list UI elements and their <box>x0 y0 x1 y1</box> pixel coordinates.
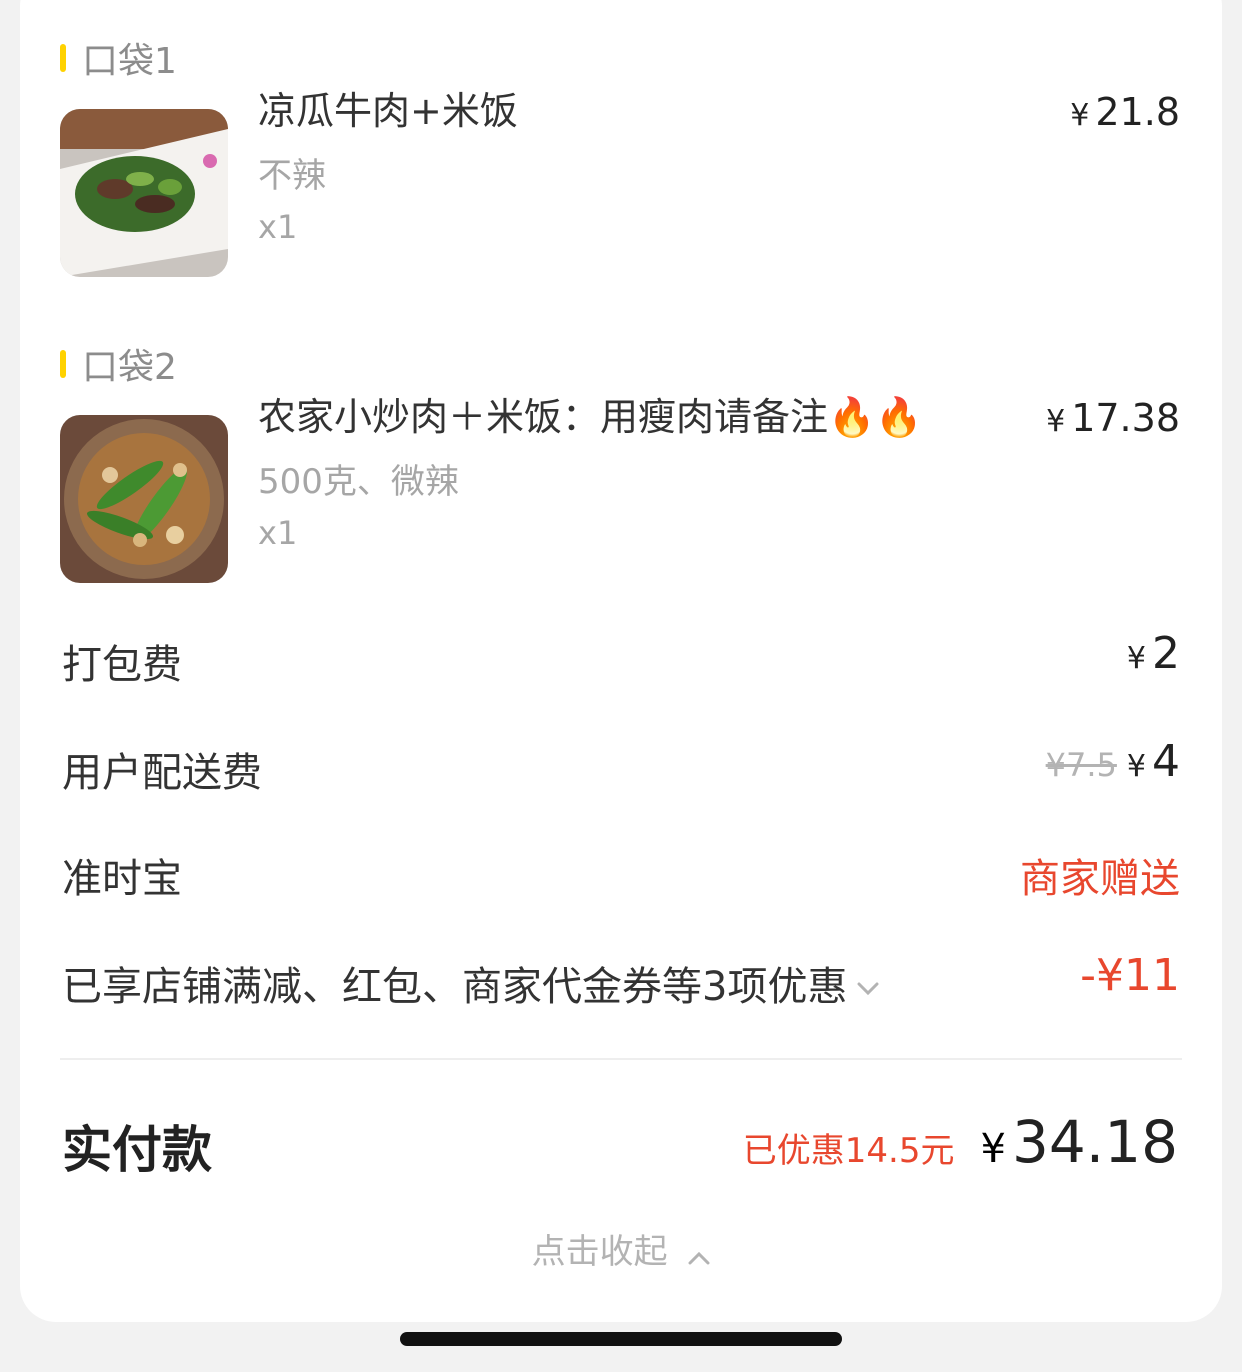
ontime-guarantee-label: 准时宝 <box>62 856 182 902</box>
delivery-fee-label: 用户配送费 <box>62 750 262 796</box>
total-label: 实付款 <box>62 1121 212 1179</box>
currency-symbol: ¥ <box>1070 98 1090 133</box>
item-2-name: 农家小炒肉＋米饭：用瘦肉请备注🔥🔥 <box>258 395 923 439</box>
discount-value: -¥11 <box>1080 950 1180 1001</box>
total-amount: 34.18 <box>1011 1108 1178 1176</box>
bag-marker <box>60 350 66 378</box>
bag-2-title: 口袋2 <box>82 347 177 388</box>
item-2-image[interactable] <box>60 415 228 583</box>
discount-label: 已享店铺满减、红包、商家代金券等3项优惠 <box>62 964 848 1010</box>
item-1-image[interactable] <box>60 109 228 277</box>
packing-fee-label: 打包费 <box>62 642 182 688</box>
chevron-up-icon[interactable] <box>688 1234 710 1274</box>
item-2-price: ¥17.38 <box>1046 396 1180 440</box>
item-1-price-value: 21.8 <box>1095 90 1180 134</box>
collapse-label: 点击收起 <box>531 1232 668 1272</box>
saved-amount: 已优惠14.5元 <box>742 1131 955 1171</box>
collapse-button[interactable]: 点击收起 <box>20 1224 1222 1274</box>
delivery-fee-value: ¥7.5 ¥4 <box>1046 736 1180 787</box>
currency-symbol: ¥ <box>1126 641 1146 676</box>
item-2-price-value: 17.38 <box>1071 396 1180 440</box>
item-1-qty: x1 <box>258 208 298 246</box>
packing-fee-amount: 2 <box>1152 628 1180 679</box>
item-2-qty: x1 <box>258 514 298 552</box>
total-amount-group: 已优惠14.5元 ¥34.18 <box>743 1108 1178 1176</box>
bag-2-header: 口袋2 <box>60 344 177 388</box>
currency-symbol: ¥ <box>1126 749 1146 784</box>
order-detail-card: 口袋1 凉瓜牛肉+米饭 不辣 x1 ¥21.8 口袋2 农家小炒肉＋米饭：用瘦肉… <box>20 0 1222 1322</box>
bag-marker <box>60 44 66 72</box>
delivery-fee-amount: 4 <box>1152 736 1180 787</box>
currency-symbol: ¥ <box>980 1126 1006 1172</box>
item-2-spec: 500克、微辣 <box>258 462 459 502</box>
home-indicator[interactable] <box>400 1332 842 1346</box>
delivery-fee-original: ¥7.5 <box>1045 746 1117 784</box>
currency-symbol: ¥ <box>1046 404 1066 439</box>
item-1-name: 凉瓜牛肉+米饭 <box>258 89 518 133</box>
packing-fee-value: ¥2 <box>1127 628 1180 679</box>
bag-1-header: 口袋1 <box>60 38 177 82</box>
chevron-down-icon[interactable] <box>857 960 879 1006</box>
ontime-guarantee-value: 商家赠送 <box>1020 856 1180 902</box>
divider <box>60 1058 1182 1060</box>
item-1-spec: 不辣 <box>258 156 326 196</box>
bag-1-title: 口袋1 <box>82 41 177 82</box>
discount-row[interactable]: 已享店铺满减、红包、商家代金券等3项优惠 <box>62 954 879 1012</box>
item-1-price: ¥21.8 <box>1070 90 1180 134</box>
